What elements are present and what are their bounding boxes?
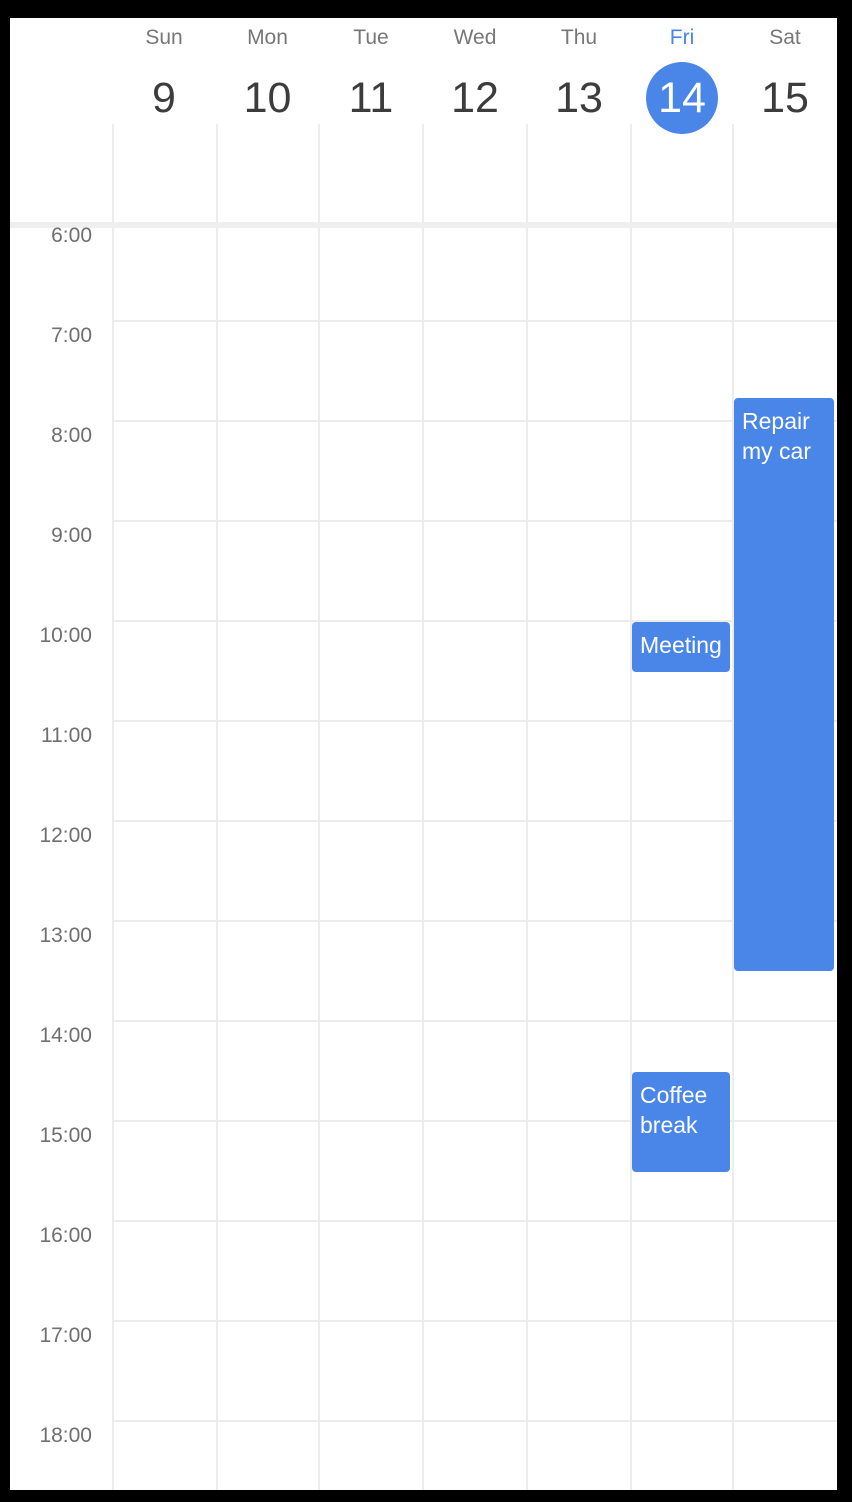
time-label: 10:00 (39, 624, 92, 647)
day-header-sat[interactable]: Sat 15 (733, 18, 837, 223)
hour-line (112, 420, 837, 422)
time-label: 18:00 (39, 1424, 92, 1447)
event-coffee-break[interactable]: Coffee break (632, 1072, 730, 1172)
hour-line (112, 1220, 837, 1222)
day-number: 15 (761, 74, 809, 122)
event-title: Coffee break (640, 1082, 708, 1138)
event-repair-my-car[interactable]: Repair my car (734, 398, 834, 971)
today-indicator: 14 (646, 62, 718, 134)
hour-line (112, 720, 837, 722)
day-number: 13 (555, 74, 603, 122)
day-header-sun[interactable]: Sun 9 (112, 18, 216, 223)
day-number: 12 (451, 74, 499, 122)
hour-line (112, 520, 837, 522)
time-label: 12:00 (39, 824, 92, 847)
column-divider (112, 124, 114, 1490)
time-label: 6:00 (51, 224, 92, 247)
column-divider (630, 124, 632, 1490)
day-name: Wed (453, 26, 497, 49)
time-label: 8:00 (51, 424, 92, 447)
day-number: 10 (243, 74, 292, 122)
hour-line (112, 920, 837, 922)
time-label: 11:00 (41, 724, 92, 747)
time-label: 15:00 (39, 1124, 92, 1147)
day-header-tue[interactable]: Tue 11 (319, 18, 423, 223)
event-title: Meeting (640, 632, 722, 658)
time-label: 7:00 (51, 324, 92, 347)
time-label: 14:00 (39, 1024, 92, 1047)
column-divider (422, 124, 424, 1490)
day-header-fri[interactable]: Fri 14 (631, 18, 733, 223)
time-label: 17:00 (39, 1324, 92, 1347)
hour-line (112, 1420, 837, 1422)
day-name: Fri (669, 26, 695, 49)
all-day-separator (10, 222, 837, 228)
time-label: 9:00 (51, 524, 92, 547)
day-header-thu[interactable]: Thu 13 (527, 18, 631, 223)
column-divider (526, 124, 528, 1490)
hour-line (112, 320, 837, 322)
calendar-week-view: Sun 9 Mon 10 Tue 11 Wed 12 Thu 13 Fri 14… (10, 18, 837, 1490)
day-number: 11 (348, 74, 394, 122)
event-title: Repair my car (742, 408, 811, 464)
hour-line (112, 1020, 837, 1022)
event-meeting[interactable]: Meeting (632, 622, 730, 672)
time-label: 16:00 (39, 1224, 92, 1247)
day-header-wed[interactable]: Wed 12 (423, 18, 527, 223)
hour-line (112, 820, 837, 822)
day-name: Sun (145, 26, 183, 49)
day-number: 9 (152, 74, 176, 122)
hour-line (112, 620, 837, 622)
column-divider (216, 124, 218, 1490)
hour-line (112, 1320, 837, 1322)
column-divider (318, 124, 320, 1490)
time-label: 13:00 (39, 924, 92, 947)
day-name: Sat (769, 26, 801, 49)
day-header-mon[interactable]: Mon 10 (216, 18, 319, 223)
day-name: Mon (247, 26, 288, 49)
day-name: Thu (560, 26, 598, 49)
day-name: Tue (353, 26, 389, 49)
